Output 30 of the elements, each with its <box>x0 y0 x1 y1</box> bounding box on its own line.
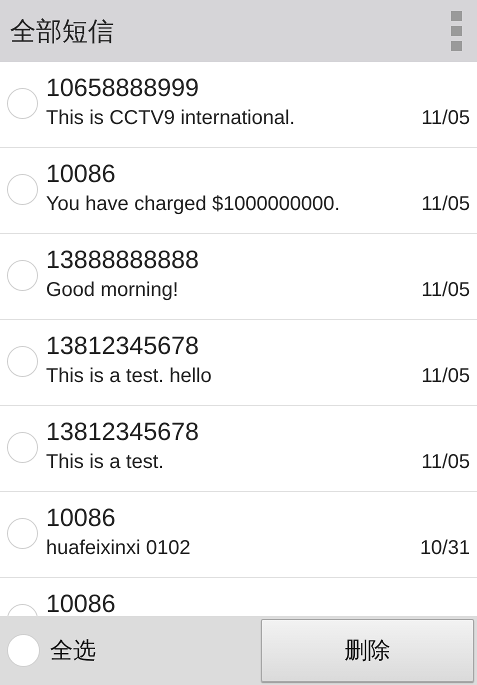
sender-number: 10086 <box>46 503 116 533</box>
sender-number: 10086 <box>46 159 116 189</box>
message-preview: This is a test. hello <box>46 364 212 389</box>
radio-button[interactable] <box>7 518 38 549</box>
select-all-radio[interactable] <box>7 634 40 667</box>
radio-button[interactable] <box>7 432 38 463</box>
sender-number: 13812345678 <box>46 417 199 447</box>
message-date: 11/05 <box>421 193 470 216</box>
message-preview: This is CCTV9 international. <box>46 106 295 131</box>
overflow-menu-icon[interactable] <box>451 11 462 51</box>
message-preview: Good morning! <box>46 278 178 303</box>
sender-number: 13812345678 <box>46 331 199 361</box>
message-date: 11/05 <box>421 451 470 474</box>
message-date: 11/05 <box>421 279 470 302</box>
sender-number: 10658888999 <box>46 73 199 103</box>
message-preview: You have charged $1000000000. <box>46 192 340 217</box>
delete-button[interactable]: 删除 <box>261 619 474 682</box>
radio-button[interactable] <box>7 260 38 291</box>
sender-number: 13888888888 <box>46 245 199 275</box>
message-date: 11/05 <box>421 365 470 388</box>
message-preview: huafeixinxi 0102 <box>46 536 191 561</box>
message-date: 11/05 <box>421 107 470 130</box>
screen-title: 全部短信 <box>10 14 115 48</box>
radio-button[interactable] <box>7 346 38 377</box>
sender-number: 10086 <box>46 589 116 616</box>
radio-button[interactable] <box>7 88 38 119</box>
radio-button[interactable] <box>7 174 38 205</box>
message-date: 10/31 <box>420 537 470 560</box>
select-all-label: 全选 <box>50 636 97 665</box>
message-preview: This is a test. <box>46 450 164 475</box>
